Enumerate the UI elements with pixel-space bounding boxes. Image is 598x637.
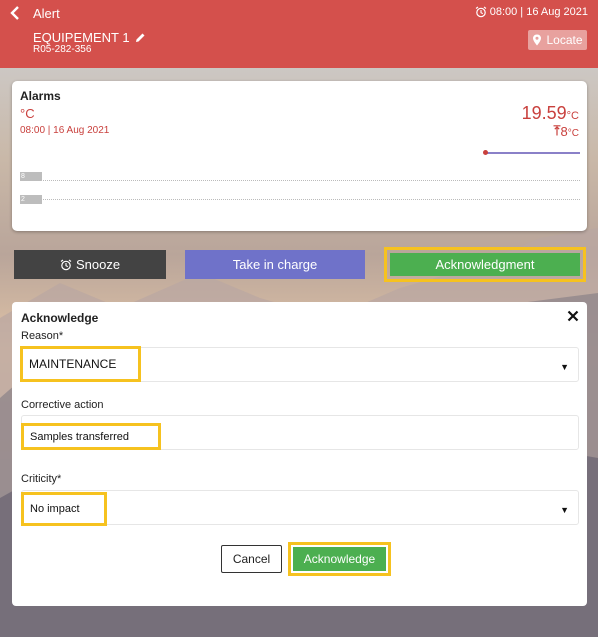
acknowledge-submit-button[interactable]: Acknowledge — [288, 542, 391, 576]
equipment-name-text: EQUIPEMENT 1 — [33, 30, 130, 45]
acknowledgment-button[interactable]: Acknowledgment — [384, 247, 586, 282]
alarms-time: 08:00 | 16 Aug 2021 — [20, 125, 110, 136]
reason-value: MAINTENANCE — [20, 346, 141, 382]
alert-header: Alert 08:00 | 16 Aug 2021 EQUIPEMENT 1 R… — [0, 0, 598, 68]
alarm-time-text: 08:00 | 16 Aug 2021 — [489, 6, 588, 18]
locate-label: Locate — [546, 33, 583, 47]
corrective-action-label: Corrective action — [21, 399, 104, 411]
equipment-name[interactable]: EQUIPEMENT 1 — [33, 30, 146, 45]
caret-down-icon: ▼ — [560, 362, 569, 372]
current-temperature: 19.59°C — [522, 103, 579, 124]
acknowledge-panel: Acknowledge Reason* ▼ MAINTENANCE Correc… — [12, 302, 587, 606]
acknowledge-submit-fill: Acknowledge — [293, 547, 386, 571]
page-title: Alert — [33, 6, 60, 21]
criticity-value: No impact — [21, 492, 107, 526]
alarm-clock-icon — [60, 259, 72, 270]
threshold-line-low — [20, 199, 580, 200]
acknowledge-title: Acknowledge — [21, 311, 99, 325]
back-button[interactable] — [10, 5, 20, 26]
locate-button[interactable]: Locate — [528, 30, 587, 50]
threshold-max-icon — [553, 125, 561, 136]
current-temperature-unit: °C — [566, 110, 579, 122]
equipment-serial: R05-282-356 — [33, 44, 92, 55]
corrective-action-value: Samples transferred — [21, 423, 161, 450]
take-in-charge-label: Take in charge — [232, 257, 318, 272]
acknowledgment-fill: Acknowledgment — [390, 253, 580, 276]
snooze-label: Snooze — [75, 257, 121, 272]
threshold-unit: °C — [567, 128, 579, 139]
pencil-icon[interactable] — [135, 32, 146, 43]
cancel-label: Cancel — [232, 552, 271, 566]
threshold-value: 8°C — [553, 124, 579, 139]
take-in-charge-button[interactable]: Take in charge — [185, 250, 365, 279]
tick-label-high: 8 — [20, 172, 42, 181]
current-temperature-value: 19.59 — [521, 103, 567, 123]
alarm-clock-icon — [475, 6, 487, 18]
alarms-title: Alarms — [20, 89, 61, 103]
alarms-card: Alarms °C 08:00 | 16 Aug 2021 19.59°C 8°… — [12, 81, 587, 231]
alarm-time: 08:00 | 16 Aug 2021 — [475, 6, 588, 18]
trend-line — [486, 152, 580, 154]
criticity-label: Criticity* — [21, 473, 62, 485]
threshold-line-high — [20, 180, 580, 181]
alarms-unit: °C — [20, 106, 35, 121]
cancel-button[interactable]: Cancel — [221, 545, 282, 573]
chevron-left-icon — [10, 6, 19, 20]
tick-label-low: 2 — [20, 195, 42, 204]
snooze-button[interactable]: Snooze — [14, 250, 166, 279]
close-icon — [567, 310, 579, 322]
reason-label: Reason* — [21, 330, 64, 342]
acknowledge-submit-label: Acknowledge — [303, 552, 376, 566]
location-pin-icon — [533, 34, 542, 46]
acknowledgment-label: Acknowledgment — [435, 257, 535, 272]
threshold-number: 8 — [560, 124, 568, 139]
close-button[interactable] — [567, 307, 579, 327]
caret-down-icon: ▼ — [560, 505, 569, 515]
trend-point — [483, 150, 488, 155]
